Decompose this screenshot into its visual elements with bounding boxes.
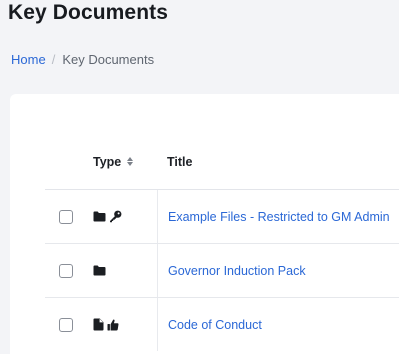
row-checkbox[interactable] [59, 263, 73, 278]
type-icons [93, 318, 119, 331]
document-title-link[interactable]: Governor Induction Pack [168, 264, 306, 278]
type-column-header[interactable]: Type [93, 134, 157, 189]
thumbs-up-icon [107, 319, 119, 330]
file-icon [93, 318, 104, 331]
table-header-row: Type Title [45, 134, 399, 190]
type-icons [93, 210, 122, 223]
breadcrumb-home-link[interactable]: Home [11, 52, 46, 67]
title-column-label: Title [167, 154, 193, 169]
document-title-link[interactable]: Code of Conduct [168, 318, 262, 332]
key-icon [110, 210, 122, 223]
table-row: Example Files - Restricted to GM Admin [45, 190, 399, 243]
table-row: Code of Conduct [45, 297, 399, 351]
breadcrumb-separator: / [51, 52, 56, 67]
documents-card: Type Title Example Files - Restricted to… [10, 94, 399, 354]
breadcrumb: Home / Key Documents [11, 52, 154, 67]
folder-icon [93, 211, 106, 222]
breadcrumb-current: Key Documents [62, 52, 155, 67]
header-checkbox-cell [45, 134, 87, 189]
row-checkbox[interactable] [59, 209, 73, 224]
sort-icon[interactable] [127, 157, 134, 166]
type-column-label: Type [93, 154, 122, 169]
document-title-link[interactable]: Example Files - Restricted to GM Admin [168, 210, 390, 224]
documents-table: Type Title Example Files - Restricted to… [45, 134, 399, 351]
table-row: Governor Induction Pack [45, 243, 399, 297]
page-title: Key Documents [8, 1, 169, 24]
folder-icon [93, 265, 106, 276]
row-checkbox[interactable] [59, 317, 73, 332]
type-icons [93, 265, 106, 276]
title-column-header: Title [157, 134, 399, 189]
